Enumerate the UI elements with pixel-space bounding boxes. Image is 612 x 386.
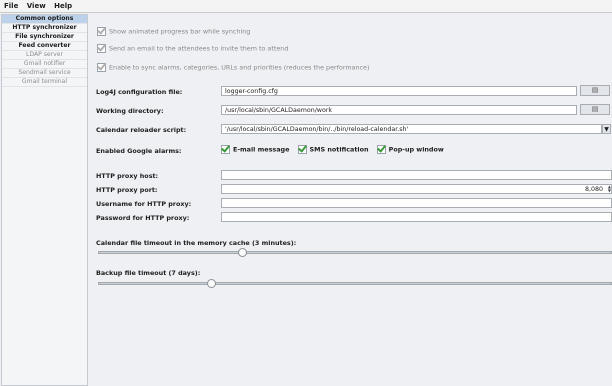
- spinner-arrows-icon[interactable]: ▲ ▼: [606, 185, 611, 193]
- reloader-label: Calendar reloader script:: [96, 126, 187, 134]
- reloader-dropdown-button[interactable]: ▼: [602, 124, 611, 134]
- chevron-down-icon: ▼: [604, 126, 609, 133]
- sms-alarm-label: SMS notification: [309, 145, 369, 154]
- proxy-port-value: 8,080: [584, 186, 603, 193]
- checkbox-icon: [376, 145, 386, 154]
- progress-bar-checkbox[interactable]: Show animated progress bar while synchin…: [97, 27, 250, 36]
- sidebar-item-file-synchronizer[interactable]: File synchronizer: [2, 33, 87, 42]
- sidebar-item-ldap-server[interactable]: LDAP server: [2, 51, 87, 60]
- checkbox-icon: [97, 44, 106, 53]
- cache-timeout-slider-track[interactable]: [98, 251, 612, 254]
- checkbox-icon: [97, 27, 106, 36]
- log4j-label: Log4J configuration file:: [96, 88, 183, 96]
- sidebar-item-common-options[interactable]: Common options: [2, 15, 87, 24]
- proxy-host-label: HTTP proxy host:: [96, 172, 159, 180]
- menu-view[interactable]: View: [27, 2, 46, 10]
- sidebar-item-gmail-terminal[interactable]: Gmail terminal: [2, 78, 87, 87]
- common-options-panel: Show animated progress bar while synchin…: [90, 14, 612, 384]
- cache-timeout-label: Calendar file timeout in the memory cach…: [96, 239, 297, 247]
- proxy-host-field[interactable]: [221, 170, 612, 180]
- sidebar-item-http-synchronizer[interactable]: HTTP synchronizer: [2, 24, 87, 33]
- send-email-label: Send an email to the attendees to invite…: [109, 44, 289, 53]
- sync-alarms-label: Enable to sync alarms, categories, URLs …: [109, 63, 370, 72]
- email-alarm-label: E-mail message: [233, 145, 290, 154]
- alarms-label: Enabled Google alarms:: [96, 147, 182, 155]
- popup-alarm-checkbox[interactable]: Pop-up window: [376, 145, 444, 154]
- reloader-combobox[interactable]: '/usr/local/sbin/GCALDaemon/bin/../bin/r…: [221, 124, 602, 134]
- working-dir-label: Working directory:: [96, 107, 164, 115]
- checkbox-icon: [221, 145, 230, 154]
- sidebar-item-feed-converter[interactable]: Feed converter: [2, 42, 87, 51]
- backup-timeout-slider-thumb[interactable]: [207, 279, 217, 288]
- proxy-port-spinner[interactable]: 8,080 ▲ ▼: [221, 184, 612, 194]
- menu-help[interactable]: Help: [54, 2, 72, 10]
- sidebar-item-sendmail-service[interactable]: Sendmail service: [2, 69, 87, 78]
- sidebar: Common options HTTP synchronizer File sy…: [1, 14, 88, 386]
- working-dir-field[interactable]: /usr/local/sbin/GCALDaemon/work: [221, 105, 577, 115]
- menu-file[interactable]: File: [4, 2, 18, 10]
- backup-timeout-slider-track[interactable]: [98, 282, 612, 285]
- folder-open-icon: ▤: [591, 105, 599, 113]
- cache-timeout-slider-thumb[interactable]: [237, 248, 247, 257]
- backup-timeout-label: Backup file timeout (7 days):: [96, 269, 201, 277]
- sms-alarm-checkbox[interactable]: SMS notification: [297, 145, 369, 154]
- proxy-pass-label: Password for HTTP proxy:: [96, 214, 190, 222]
- send-email-checkbox[interactable]: Send an email to the attendees to invite…: [97, 44, 288, 53]
- proxy-port-label: HTTP proxy port:: [96, 186, 158, 194]
- proxy-user-field[interactable]: [221, 198, 612, 208]
- menu-bar: File View Help: [0, 0, 612, 13]
- progress-bar-label: Show animated progress bar while synchin…: [109, 27, 251, 36]
- working-dir-browse-button[interactable]: ▤: [580, 104, 610, 115]
- log4j-field[interactable]: logger-config.cfg: [221, 86, 577, 96]
- sidebar-item-gmail-notifier[interactable]: Gmail notifier: [2, 60, 87, 69]
- checkbox-icon: [97, 63, 106, 72]
- alarms-group: E-mail message SMS notification Pop-up w…: [221, 145, 450, 154]
- log4j-browse-button[interactable]: ▤: [580, 85, 610, 96]
- email-alarm-checkbox[interactable]: E-mail message: [221, 145, 289, 154]
- sync-alarms-checkbox[interactable]: Enable to sync alarms, categories, URLs …: [97, 63, 369, 72]
- proxy-user-label: Username for HTTP proxy:: [96, 200, 192, 208]
- folder-open-icon: ▤: [591, 86, 599, 94]
- checkbox-icon: [297, 145, 307, 154]
- popup-alarm-label: Pop-up window: [388, 145, 444, 154]
- proxy-pass-field[interactable]: [221, 212, 612, 222]
